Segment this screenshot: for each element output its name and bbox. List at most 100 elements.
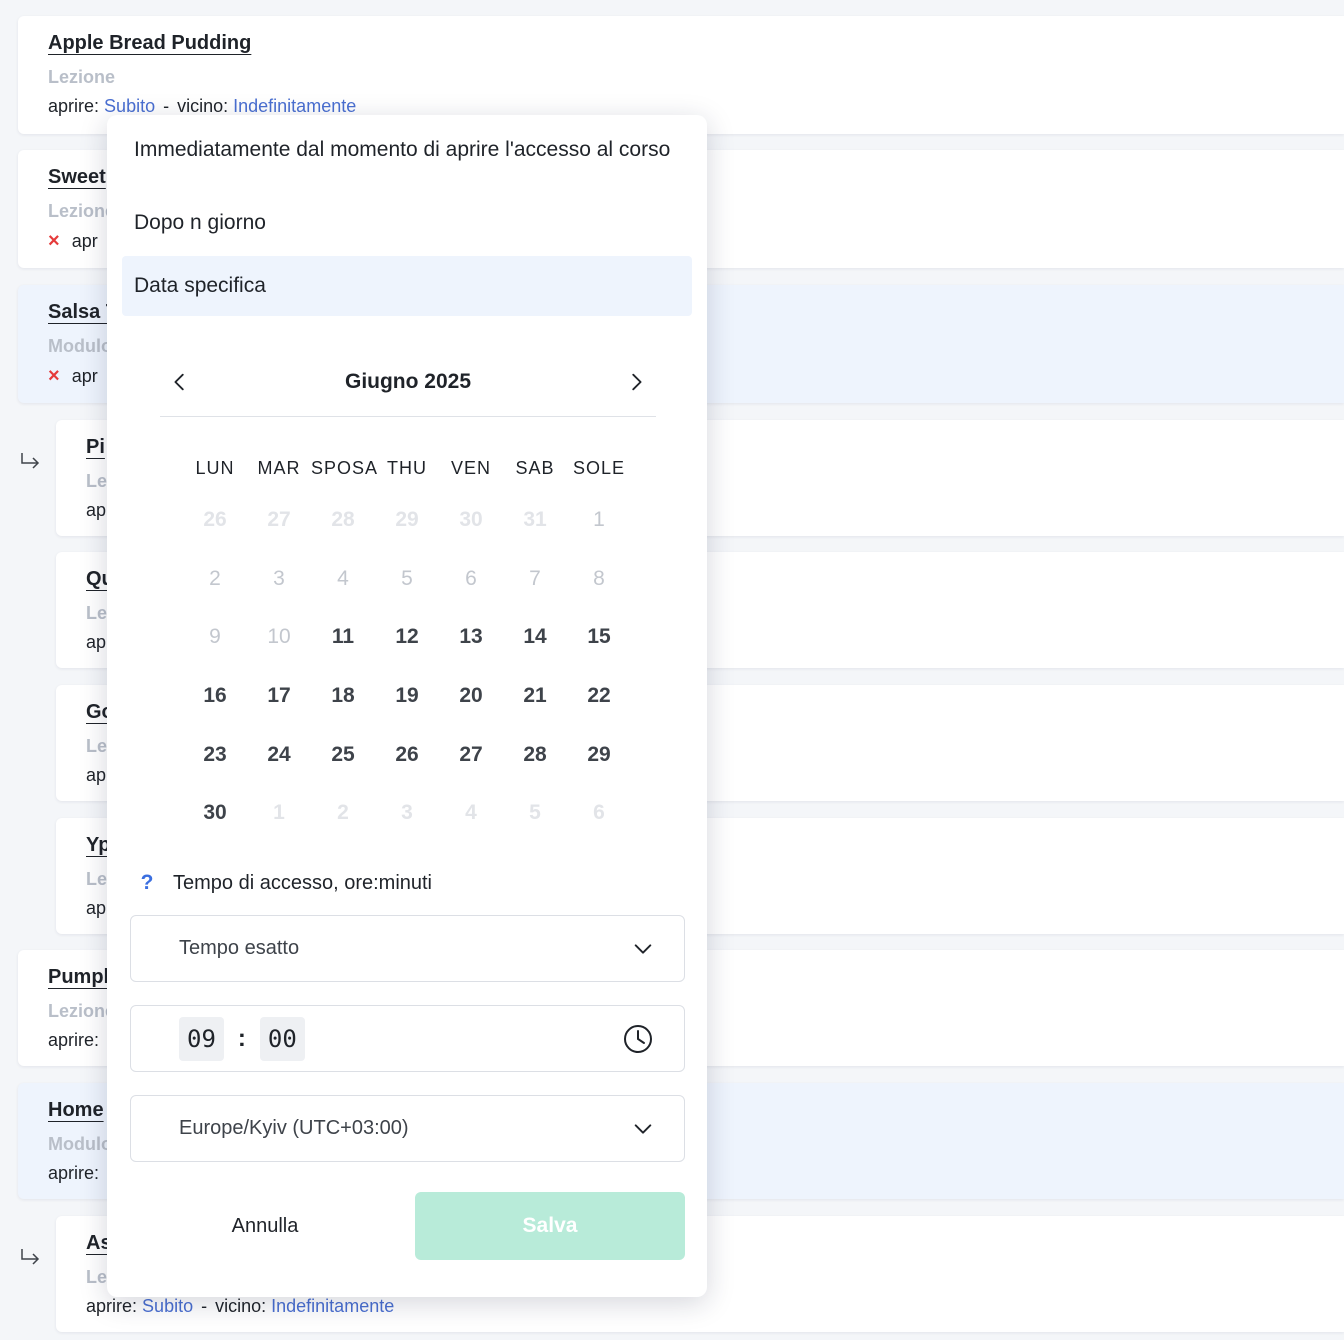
weekday-label: MAR xyxy=(257,457,301,478)
open-label: apr xyxy=(71,231,98,251)
open-label: aprire: xyxy=(48,1163,100,1183)
close-value-link[interactable]: Indefinitamente xyxy=(233,96,356,117)
open-label: aprire: xyxy=(48,96,100,116)
chevron-down-icon xyxy=(632,938,654,960)
calendar-day-disabled: 7 xyxy=(529,566,541,590)
item-title[interactable]: Pumpk xyxy=(48,966,115,989)
calendar-day[interactable]: 29 xyxy=(567,743,631,767)
calendar-day-other-month: 4 xyxy=(465,801,477,825)
calendar-week: 16 17 18 19 20 21 22 xyxy=(183,667,631,726)
timezone-select[interactable]: Europe/Kyiv (UTC+03:00) xyxy=(130,1095,685,1162)
minutes-input[interactable]: 00 xyxy=(259,1016,305,1061)
calendar-day-disabled: 1 xyxy=(593,508,605,532)
child-arrow-icon xyxy=(21,453,40,469)
next-month-button[interactable] xyxy=(616,362,656,402)
open-label: aprire: xyxy=(48,1030,100,1050)
open-label: aprire: xyxy=(86,1296,138,1316)
access-settings-popup: Immediatamente dal momento di aprire l'a… xyxy=(107,115,707,1297)
calendar-day-other-month: 3 xyxy=(401,801,413,825)
calendar-day-other-month: 6 xyxy=(593,801,605,825)
calendar-day[interactable]: 19 xyxy=(375,684,439,708)
x-icon: × xyxy=(48,230,60,252)
calendar-day-other-month: 29 xyxy=(395,508,419,532)
time-mode-value: Tempo esatto xyxy=(179,937,300,959)
calendar-day[interactable]: 12 xyxy=(375,625,439,649)
item-type: Lezione xyxy=(48,67,116,87)
child-arrow-icon xyxy=(21,1249,40,1265)
calendar-header: Giugno 2025 xyxy=(160,347,656,417)
hours-input[interactable]: 09 xyxy=(179,1016,224,1061)
item-title[interactable]: Home xyxy=(48,1099,104,1122)
calendar-day-other-month: 1 xyxy=(273,801,285,825)
calendar-day-other-month: 26 xyxy=(203,508,227,532)
item-title[interactable]: Apple Bread Pudding xyxy=(48,32,251,55)
option-after-n-days[interactable]: Dopo n giorno xyxy=(122,212,692,234)
open-value-link[interactable]: Subito xyxy=(142,1296,193,1317)
calendar-week: 9 10 11 12 13 14 15 xyxy=(183,608,631,667)
calendar-day[interactable]: 14 xyxy=(503,625,567,649)
calendar-day-disabled: 4 xyxy=(337,566,349,590)
open-label: ap xyxy=(86,632,107,652)
calendar-day[interactable]: 30 xyxy=(183,801,247,825)
calendar-day[interactable]: 27 xyxy=(439,743,503,767)
weekday-label: VEN xyxy=(450,457,491,478)
access-time-text: Tempo di accesso, ore:minuti xyxy=(173,871,433,894)
calendar-day-disabled: 8 xyxy=(593,566,605,590)
timezone-value: Europe/Kyiv (UTC+03:00) xyxy=(179,1117,409,1139)
weekday-label: THU xyxy=(387,457,427,478)
chevron-down-icon xyxy=(632,1118,654,1140)
chevron-left-icon xyxy=(174,373,184,390)
option-label: Data specifica xyxy=(134,274,266,297)
save-button[interactable]: Salva xyxy=(415,1192,685,1260)
calendar-day[interactable]: 13 xyxy=(439,625,503,649)
calendar-day[interactable]: 22 xyxy=(567,684,631,708)
open-label: ap xyxy=(86,500,107,520)
close-value-link[interactable]: Indefinitamente xyxy=(271,1296,394,1317)
calendar-day[interactable]: 24 xyxy=(247,743,311,767)
calendar-day[interactable]: 16 xyxy=(183,684,247,708)
item-title[interactable]: Sweet xyxy=(48,166,106,189)
calendar-day-disabled: 10 xyxy=(267,625,291,649)
calendar-day-disabled: 9 xyxy=(209,625,221,649)
weekday-label: SAB xyxy=(515,457,555,478)
close-label: vicino: xyxy=(215,1296,267,1316)
calendar-day[interactable]: 20 xyxy=(439,684,503,708)
calendar-day[interactable]: 28 xyxy=(503,743,567,767)
calendar-day[interactable]: 18 xyxy=(311,684,375,708)
calendar-month-title: Giugno 2025 xyxy=(344,369,472,393)
calendar-day[interactable]: 15 xyxy=(567,625,631,649)
open-label: ap xyxy=(86,765,107,785)
item-title[interactable]: Pi xyxy=(86,436,105,459)
calendar-grid: LUN MAR SPOSA THU VEN SAB SOLE 26 27 28 … xyxy=(183,445,631,843)
calendar-day[interactable]: 26 xyxy=(375,743,439,767)
calendar-day-disabled: 3 xyxy=(273,566,285,590)
item-access: aprire: Subito - vicino: Indefinitamente xyxy=(48,96,357,117)
calendar-day[interactable]: 21 xyxy=(503,684,567,708)
calendar-day[interactable]: 23 xyxy=(183,743,247,767)
calendar-day[interactable]: 17 xyxy=(247,684,311,708)
help-icon[interactable]: ? xyxy=(137,871,157,895)
calendar-day-disabled: 2 xyxy=(209,566,221,590)
open-value-link[interactable]: Subito xyxy=(104,96,155,117)
time-input[interactable]: 09 : 00 xyxy=(130,1005,685,1072)
calendar-day-disabled: 6 xyxy=(465,566,477,590)
calendar-day[interactable]: 25 xyxy=(311,743,375,767)
access-time-label: ? Tempo di accesso, ore:minuti xyxy=(137,871,432,895)
open-label: apr xyxy=(71,366,98,386)
prev-month-button[interactable] xyxy=(160,362,200,402)
calendar-day-other-month: 2 xyxy=(337,801,349,825)
calendar-day-other-month: 28 xyxy=(331,508,355,532)
option-immediate[interactable]: Immediatamente dal momento di aprire l'a… xyxy=(122,139,692,161)
item-access: aprire: Subito - vicino: Indefinitamente xyxy=(86,1296,395,1317)
calendar-week: 2 3 4 5 6 7 8 xyxy=(183,550,631,609)
clock-icon[interactable] xyxy=(622,1023,654,1055)
cancel-button[interactable]: Annulla xyxy=(150,1192,380,1260)
calendar-week: 26 27 28 29 30 31 1 xyxy=(183,491,631,550)
close-label: vicino: xyxy=(177,96,229,116)
time-mode-select[interactable]: Tempo esatto xyxy=(130,915,685,982)
time-separator: : xyxy=(237,1024,246,1052)
option-specific-date[interactable]: Data specifica xyxy=(122,256,692,316)
weekday-label: SOLE xyxy=(572,457,626,478)
x-icon: × xyxy=(48,365,60,387)
calendar-day[interactable]: 11 xyxy=(311,625,375,649)
